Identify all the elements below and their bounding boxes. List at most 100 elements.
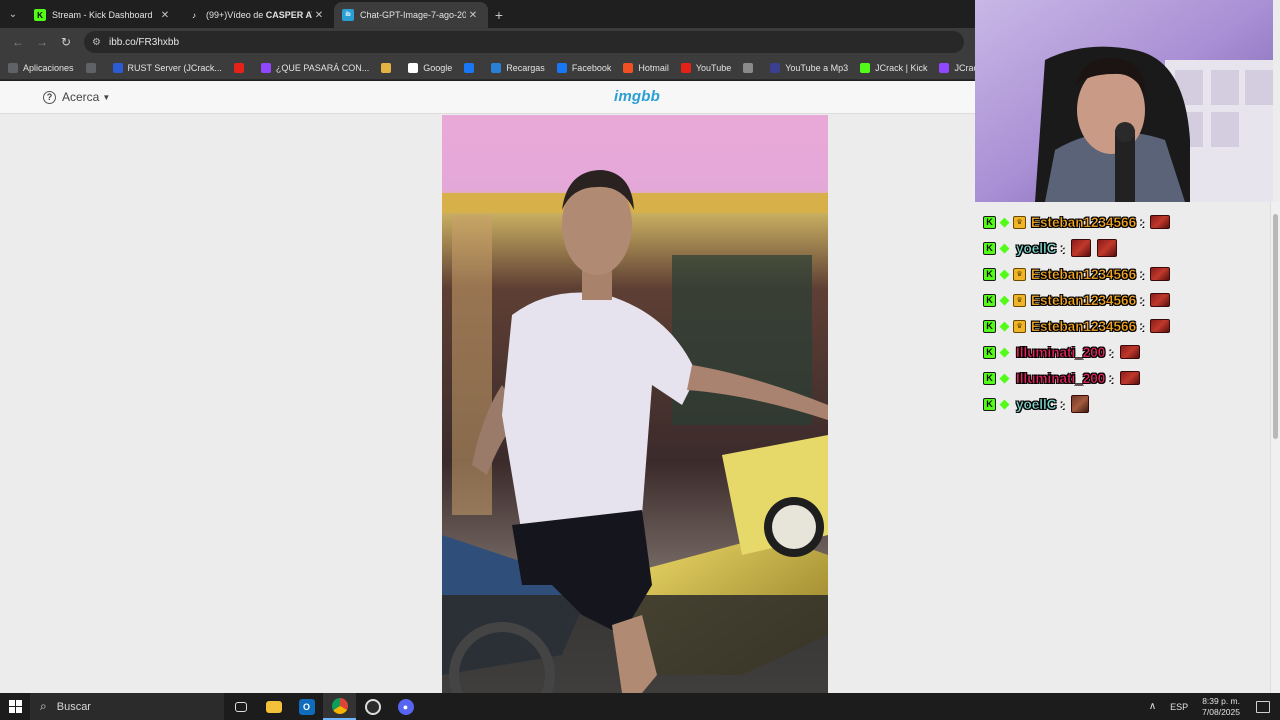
obs-icon[interactable] xyxy=(356,693,389,720)
chat-username: Esteban1234566 xyxy=(1031,266,1137,282)
language-indicator[interactable]: ESP xyxy=(1170,702,1188,712)
rust-icon xyxy=(112,62,123,73)
crown-badge-icon: ♛ xyxy=(1013,267,1026,281)
chat-message: K ◆ Illuminati_200: xyxy=(983,365,1263,391)
bookmark-item[interactable]: YouTube a Mp3 xyxy=(770,62,848,73)
task-view-glyph xyxy=(234,701,247,712)
chat-message: K ◆ ♛ Esteban1234566: xyxy=(983,287,1263,313)
url-text: ibb.co/FR3hxbb xyxy=(108,36,180,48)
bookmark-item[interactable]: Aplicaciones xyxy=(8,62,74,73)
bookmark-item[interactable] xyxy=(381,62,396,73)
notification-icon[interactable] xyxy=(1256,700,1270,713)
bookmark-item[interactable]: Google xyxy=(408,62,452,73)
bookmark-item[interactable] xyxy=(464,62,479,73)
address-bar[interactable]: ⚙ ibb.co/FR3hxbb xyxy=(84,31,964,53)
chat-scrollbar[interactable] xyxy=(1270,202,1280,693)
bookmark-label: RUST Server (JCrack... xyxy=(127,62,222,73)
globe-icon xyxy=(743,62,754,73)
crown-badge-icon: ♛ xyxy=(1013,293,1026,307)
twitch-icon xyxy=(260,62,271,73)
photo-illustration xyxy=(442,115,828,693)
youtube-icon xyxy=(680,62,691,73)
hosted-image[interactable] xyxy=(442,115,828,693)
chat-username: Illuminati_200 xyxy=(1016,344,1106,360)
diamond-badge-icon: ◆ xyxy=(999,396,1010,411)
crown-badge-icon: ♛ xyxy=(1013,215,1026,229)
diamond-badge-icon: ◆ xyxy=(999,344,1010,359)
clock[interactable]: 8:39 p. m. 7/08/2025 xyxy=(1202,696,1240,718)
microsoft-icon xyxy=(623,62,634,73)
web-page: ? Acerca ▼ imgbb xyxy=(0,81,975,693)
caret-down-icon: ▼ xyxy=(102,92,111,102)
imgbb-icon: ib xyxy=(342,9,354,21)
tab-kick-dashboard[interactable]: K Stream - Kick Dashboard ✕ xyxy=(26,2,180,28)
kick-badge-icon: K xyxy=(983,371,996,385)
bookmark-item[interactable]: ¿QUE PASARÁ CON... xyxy=(260,62,370,73)
emote-icon xyxy=(1096,239,1117,257)
outlook-icon[interactable]: O xyxy=(290,693,323,720)
mp3-icon xyxy=(770,62,781,73)
about-menu[interactable]: ? Acerca ▼ xyxy=(43,90,110,104)
taskbar-search[interactable]: ⌕ Buscar xyxy=(30,693,224,720)
chat-message: K ◆ ♛ Esteban1234566: xyxy=(983,313,1263,339)
diamond-badge-icon: ◆ xyxy=(999,266,1010,281)
tiktok-icon: ♪ xyxy=(192,10,196,20)
close-icon[interactable]: ✕ xyxy=(158,10,172,21)
tray-chevron-up-icon[interactable]: ∧ xyxy=(1149,701,1156,712)
emote-icon xyxy=(1119,371,1140,385)
chat-username: Esteban1234566 xyxy=(1031,292,1137,308)
task-view-icon[interactable] xyxy=(224,693,257,720)
bookmark-label: YouTube xyxy=(695,62,732,73)
site-info-icon[interactable]: ⚙ xyxy=(92,37,101,48)
bookmark-label: Facebook xyxy=(571,62,612,73)
bookmark-label: Hotmail xyxy=(638,62,669,73)
youtube-icon xyxy=(233,62,244,73)
reload-icon[interactable]: ↻ xyxy=(54,30,78,54)
chat-separator: : xyxy=(1140,318,1145,334)
bookmark-item[interactable]: JCrack | Kick xyxy=(860,62,928,73)
imgbb-logo[interactable]: imgbb xyxy=(614,88,660,105)
chrome-icon[interactable] xyxy=(323,693,356,720)
tab-search-chevron-icon[interactable]: ⌄ xyxy=(0,0,26,28)
chat-separator: : xyxy=(1060,396,1065,412)
bookmark-label: JCrack | Kick xyxy=(875,62,928,73)
kick-badge-icon: K xyxy=(983,267,996,281)
google-icon xyxy=(408,62,419,73)
bookmark-item[interactable] xyxy=(85,62,101,73)
system-tray: ∧ ESP 8:39 p. m. 7/08/2025 xyxy=(1149,693,1280,720)
emote-icon xyxy=(1150,319,1171,333)
about-label: Acerca xyxy=(62,90,100,104)
new-tab-plus-icon[interactable]: + xyxy=(488,2,510,28)
chat-username: Esteban1234566 xyxy=(1031,214,1137,230)
file-explorer-icon[interactable] xyxy=(257,693,290,720)
diamond-badge-icon: ◆ xyxy=(999,318,1010,333)
bookmark-item[interactable]: Hotmail xyxy=(623,62,669,73)
bookmark-item[interactable]: YouTube xyxy=(680,62,732,73)
close-icon[interactable]: ✕ xyxy=(312,10,326,21)
search-placeholder: Buscar xyxy=(56,700,91,713)
close-icon[interactable]: ✕ xyxy=(466,10,480,21)
scrollbar-thumb[interactable] xyxy=(1273,214,1278,439)
tab-tiktok-video[interactable]: ♪ (99+)Vídeo de CASPER AYALA | ✕ xyxy=(180,2,334,28)
bookmark-item[interactable]: Facebook xyxy=(556,62,612,73)
windows-start-icon[interactable] xyxy=(0,693,30,720)
bookmark-item[interactable] xyxy=(233,62,249,73)
chat-separator: : xyxy=(1109,370,1114,386)
tab-chatgpt-image[interactable]: ib Chat-GPT-Image-7-ago-2025-... ✕ xyxy=(334,2,488,28)
bookmark-item[interactable]: Recargas xyxy=(491,62,545,73)
back-arrow-icon[interactable]: ← xyxy=(6,30,30,54)
clock-date: 7/08/2025 xyxy=(1202,706,1240,717)
bookmark-label: ¿QUE PASARÁ CON... xyxy=(275,62,370,73)
obs-glyph xyxy=(364,698,381,715)
bookmark-item[interactable] xyxy=(743,62,758,73)
discord-icon[interactable]: ● xyxy=(389,693,422,720)
diamond-badge-icon: ◆ xyxy=(999,292,1010,307)
chat-separator: : xyxy=(1140,266,1145,282)
chat-message: K ◆ ♛ Esteban1234566: xyxy=(983,209,1263,235)
tab-title: (99+)Vídeo de CASPER AYALA | xyxy=(206,10,312,20)
bookmark-item[interactable]: RUST Server (JCrack... xyxy=(112,62,222,73)
kick-icon: K xyxy=(34,9,46,21)
chat-separator: : xyxy=(1109,344,1114,360)
forward-arrow-icon[interactable]: → xyxy=(30,30,54,54)
clock-time: 8:39 p. m. xyxy=(1202,695,1240,706)
